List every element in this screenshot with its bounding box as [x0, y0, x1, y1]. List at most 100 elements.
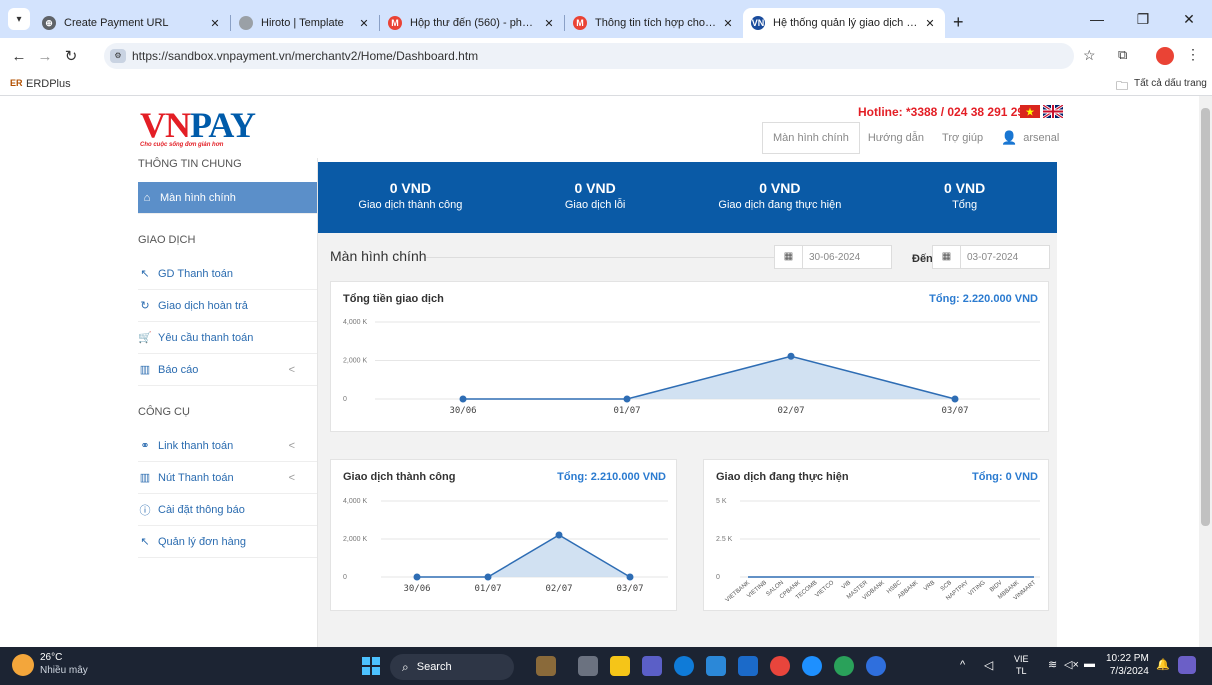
sidebar-item[interactable]: ↖ Quản lý đơn hàng — [138, 526, 317, 558]
sidebar-item-label: Yêu cầu thanh toán — [158, 331, 254, 344]
back-icon[interactable]: ← — [8, 48, 30, 65]
battery-icon[interactable]: ▬ — [1084, 658, 1095, 670]
clock[interactable]: 10:22 PM 7/3/2024 — [1106, 652, 1149, 678]
chart-svg: 5 K2.5 K0VIETBANKVIETINBSALONCPBANKTECOM… — [716, 498, 1040, 604]
date-to-field[interactable]: ▦ 03-07-2024 — [932, 245, 1050, 269]
nav-help-link[interactable]: Trợ giúp — [942, 132, 983, 144]
zalo-icon[interactable] — [866, 656, 886, 676]
cursor-icon: ↖ — [140, 268, 150, 280]
bookmark-star-icon[interactable]: ☆ — [1083, 47, 1096, 64]
widgets-icon[interactable] — [536, 656, 556, 676]
sidebar-item[interactable]: 🛒 Yêu cầu thanh toán — [138, 322, 317, 354]
minimize-icon[interactable]: — — [1074, 0, 1120, 38]
all-bookmarks[interactable]: Tất cả dấu trang — [1134, 78, 1207, 89]
tab-close-icon[interactable]: ✕ — [923, 17, 937, 30]
folder-icon: 🗀 — [1116, 79, 1129, 93]
sidebar-item[interactable]: ▥ Nút Thanh toán < — [138, 462, 317, 494]
store-icon[interactable] — [706, 656, 726, 676]
hs-app-icon[interactable] — [834, 656, 854, 676]
language-indicator[interactable]: VIE TL — [1014, 653, 1029, 677]
tab-favicon-icon: M — [388, 16, 402, 30]
tab-close-icon[interactable]: ✕ — [208, 17, 222, 30]
y-tick-label: 4,000 K — [343, 319, 367, 326]
stat-block: 0 VND Giao dịch thành công — [318, 162, 503, 233]
reload-icon[interactable]: ↻ — [60, 47, 82, 65]
sidebar-item[interactable]: ⌂ Màn hình chính — [138, 182, 317, 214]
cart-icon: 🛒 — [138, 332, 152, 344]
vietnam-flag-icon[interactable] — [1020, 105, 1040, 118]
bar-chart-icon: ▥ — [139, 364, 151, 376]
home-icon: ⌂ — [143, 191, 151, 204]
wifi-icon[interactable]: ≋ — [1048, 658, 1057, 671]
url-text: https://sandbox.vnpayment.vn/merchantv2/… — [132, 49, 479, 63]
browser-tab[interactable]: Hiroto | Template ✕ — [231, 8, 379, 38]
app-icon[interactable] — [802, 656, 822, 676]
file-explorer-icon[interactable] — [610, 656, 630, 676]
x-tick-label: 03/07 — [941, 406, 968, 416]
total-transactions-card: Tổng tiền giao dịch Tổng: 2.220.000 VND … — [330, 281, 1049, 432]
tab-close-icon[interactable]: ✕ — [721, 17, 735, 30]
pending-transactions-card: Giao dịch đang thực hiện Tổng: 0 VND 5 K… — [703, 459, 1049, 611]
forward-icon[interactable]: → — [34, 48, 56, 65]
browser-tab[interactable]: M Hộp thư đến (560) - phmt1602. ✕ — [380, 8, 564, 38]
calendar-icon[interactable]: ▦ — [933, 246, 961, 268]
tray-cursor-icon[interactable]: ◁ — [984, 658, 993, 672]
maximize-icon[interactable]: ❐ — [1120, 0, 1166, 38]
stat-value: 0 VND — [944, 180, 986, 196]
close-window-icon[interactable]: ✕ — [1166, 0, 1212, 38]
vscode-icon[interactable] — [738, 656, 758, 676]
tab-close-icon[interactable]: ✕ — [542, 17, 556, 30]
logo-vn: VN — [140, 105, 191, 145]
sidebar-item[interactable]: ▥ Báo cáo < — [138, 354, 317, 386]
sidebar-item[interactable]: ⓘ Cài đặt thông báo — [138, 494, 317, 526]
start-icon[interactable] — [362, 657, 380, 675]
dashboard-content: Màn hình chính ▦ 30-06-2024 Đến ▦ 03-07-… — [318, 233, 1057, 647]
data-point — [623, 395, 631, 403]
stat-block: 0 VND Giao dịch đang thực hiện — [688, 162, 873, 233]
bookmark-erdplus[interactable]: ERDPlus — [26, 78, 71, 90]
notification-bell-icon[interactable]: 🔔 — [1156, 658, 1170, 671]
volume-icon[interactable]: ◁× — [1064, 658, 1079, 671]
nav-user-link[interactable]: arsenal — [1023, 132, 1059, 144]
sidebar-item[interactable]: ↻ Giao dịch hoàn trả — [138, 290, 317, 322]
y-tick-label: 0 — [343, 396, 347, 403]
sidebar-item[interactable]: ⚭ Link thanh toán < — [138, 430, 317, 462]
task-view-icon[interactable] — [578, 656, 598, 676]
y-tick-label: 2,000 K — [343, 358, 367, 365]
nav-home-button[interactable]: Màn hình chính — [762, 122, 860, 154]
browser-tab[interactable]: M Thông tin tích hợp cho Mercha ✕ — [565, 8, 743, 38]
tray-chevron-icon[interactable]: ^ — [960, 659, 965, 671]
stat-value: 0 VND — [574, 180, 616, 196]
stat-value: 0 VND — [389, 180, 431, 196]
taskbar-search[interactable]: ⌕ Search — [390, 654, 514, 680]
date-from-field[interactable]: ▦ 30-06-2024 — [774, 245, 892, 269]
sidebar-item[interactable]: ↖ GD Thanh toán — [138, 258, 317, 290]
weather-icon[interactable] — [12, 654, 34, 676]
browser-tab[interactable]: ⊕ Create Payment URL ✕ — [34, 8, 230, 38]
page-scrollbar[interactable] — [1199, 96, 1212, 647]
chrome-icon[interactable] — [770, 656, 790, 676]
copilot-icon[interactable] — [1178, 656, 1196, 674]
tab-search-icon[interactable]: ▾ — [8, 8, 30, 30]
extensions-icon[interactable]: ⧉ — [1118, 47, 1127, 63]
teams-icon[interactable] — [642, 656, 662, 676]
new-tab-button[interactable]: + — [953, 12, 964, 33]
bookmarks-bar: ER ERDPlus 🗀 Tất cả dấu trang — [0, 74, 1212, 96]
menu-icon[interactable]: ⋮ — [1186, 46, 1200, 63]
calendar-icon[interactable]: ▦ — [775, 246, 803, 268]
sidebar-item-label: Giao dịch hoàn trả — [158, 299, 248, 312]
logo-text: VNPAY — [140, 105, 256, 145]
edge-icon[interactable] — [674, 656, 694, 676]
browser-tab[interactable]: VN Hệ thống quản lý giao dịch - C ✕ — [743, 8, 945, 38]
weather-temp: 26°C — [40, 652, 63, 663]
uk-flag-icon[interactable] — [1043, 105, 1063, 118]
profile-avatar[interactable] — [1156, 47, 1174, 65]
site-info-icon[interactable]: ⚙ — [110, 49, 126, 63]
address-bar[interactable]: ⚙ https://sandbox.vnpayment.vn/merchantv… — [104, 43, 1074, 69]
vnpay-logo[interactable]: VNPAY Cho cuộc sống đơn giản hơn — [140, 105, 256, 148]
nav-guide-link[interactable]: Hướng dẫn — [868, 132, 924, 144]
tab-close-icon[interactable]: ✕ — [357, 17, 371, 30]
data-point — [413, 573, 421, 581]
scrollbar-thumb[interactable] — [1201, 108, 1210, 526]
date-to-label: Đến — [912, 253, 933, 265]
